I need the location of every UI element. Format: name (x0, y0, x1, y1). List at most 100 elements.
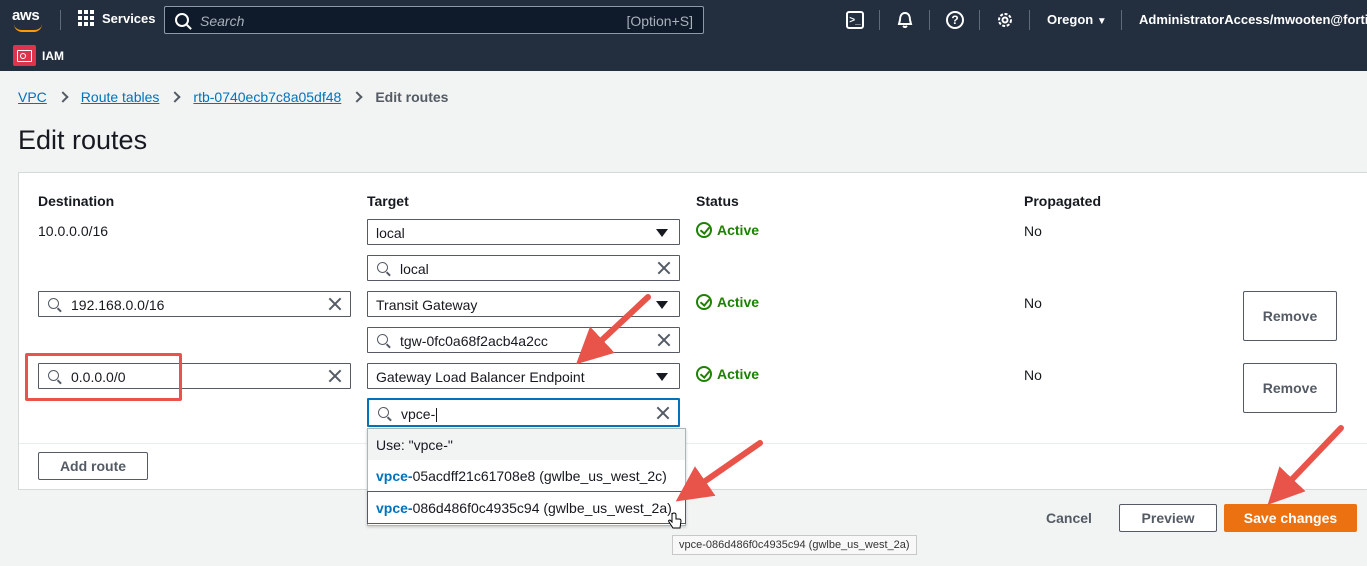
hand-cursor-icon (668, 512, 682, 529)
iam-shortcut-label[interactable]: IAM (42, 49, 64, 63)
dropdown-option-hovered[interactable]: vpce- 086d486f0c4935c94 (gwlbe_us_west_2a… (367, 491, 686, 524)
chevron-right-icon (351, 91, 363, 103)
iam-icon[interactable] (13, 45, 36, 66)
row2-target-search-value: tgw-0fc0a68f2acb4a2cc (400, 333, 548, 349)
option-match-text: vpce- (376, 499, 413, 516)
row2-remove-button[interactable]: Remove (1243, 291, 1337, 341)
row1-target-select[interactable]: local (367, 219, 680, 245)
clear-icon[interactable] (657, 261, 671, 275)
nav-divider (60, 10, 61, 30)
search-icon (378, 407, 389, 418)
account-label: AdministratorAccess/mwooten@fortinet.c (1139, 12, 1367, 27)
nav-divider (879, 10, 880, 30)
breadcrumb: VPC Route tables rtb-0740ecb7c8a05df48 E… (18, 89, 448, 105)
aws-logo[interactable]: aws (12, 7, 46, 33)
help-button[interactable]: ? (945, 10, 965, 30)
add-route-button[interactable]: Add route (38, 452, 148, 480)
row3-target-search[interactable]: vpce- (367, 398, 680, 427)
account-menu[interactable]: AdministratorAccess/mwooten@fortinet.c (1139, 12, 1367, 27)
cloudshell-button[interactable]: >_ (845, 10, 865, 30)
services-label: Services (102, 10, 156, 26)
grid-icon (78, 10, 94, 26)
target-dropdown-list: Use: "vpce-" vpce- 05acdff21c61708e8 (gwl… (367, 428, 686, 526)
breadcrumb-vpc[interactable]: VPC (18, 89, 47, 105)
clear-icon[interactable] (657, 333, 671, 347)
settings-button[interactable] (995, 10, 1015, 30)
row1-destination: 10.0.0.0/16 (38, 223, 109, 239)
row3-status: Active (696, 366, 759, 382)
row2-status: Active (696, 294, 759, 310)
dropdown-use-option[interactable]: Use: "vpce-" (368, 429, 685, 460)
nav-divider (1029, 10, 1030, 30)
row1-target-search[interactable]: local (367, 255, 680, 281)
header-propagated: Propagated (1024, 193, 1102, 209)
row1-status: Active (696, 222, 759, 238)
row1-status-label: Active (717, 222, 760, 238)
nav-divider (979, 10, 980, 30)
row1-target-value: local (376, 225, 405, 241)
service-shortcut-bar (0, 40, 1367, 71)
row3-target-select[interactable]: Gateway Load Balancer Endpoint (367, 363, 680, 389)
header-target: Target (367, 193, 409, 209)
row3-status-label: Active (717, 366, 760, 382)
caret-down-icon: ▼ (1096, 16, 1107, 27)
option-match-text: vpce- (376, 467, 413, 484)
row2-destination-value: 192.168.0.0/16 (71, 297, 165, 313)
chevron-right-icon (169, 91, 182, 103)
row3-target-search-field: vpce- (401, 406, 438, 423)
clear-icon[interactable] (656, 406, 670, 420)
row2-destination-input[interactable]: 192.168.0.0/16 (38, 291, 351, 317)
annotation-highlight-box (25, 353, 182, 401)
row2-propagated: No (1024, 295, 1042, 311)
row1-target-search-value: local (400, 261, 429, 277)
check-circle-icon (696, 222, 712, 238)
row3-remove-button[interactable]: Remove (1243, 363, 1337, 413)
row2-status-label: Active (717, 294, 760, 310)
dropdown-option[interactable]: vpce- 05acdff21c61708e8 (gwlbe_us_west_2c… (368, 460, 685, 491)
clear-icon[interactable] (328, 369, 342, 383)
preview-button[interactable]: Preview (1119, 504, 1217, 532)
check-circle-icon (696, 294, 712, 310)
help-icon: ? (946, 11, 964, 29)
row2-target-select[interactable]: Transit Gateway (367, 291, 680, 317)
option-tooltip: vpce-086d486f0c4935c94 (gwlbe_us_west_2a… (672, 535, 917, 555)
search-placeholder: Search (200, 13, 245, 29)
aws-smile-icon (14, 24, 42, 32)
save-changes-button[interactable]: Save changes (1224, 504, 1357, 532)
clear-icon[interactable] (328, 297, 342, 311)
cloudshell-icon: >_ (846, 11, 864, 29)
breadcrumb-route-table-id[interactable]: rtb-0740ecb7c8a05df48 (193, 89, 341, 105)
breadcrumb-current: Edit routes (375, 89, 449, 105)
chevron-right-icon (57, 91, 69, 103)
text-caret (436, 408, 438, 423)
caret-down-icon (656, 373, 668, 381)
bell-icon (897, 11, 913, 28)
panel-divider (19, 443, 1367, 444)
row3-target-value: Gateway Load Balancer Endpoint (376, 369, 585, 385)
breadcrumb-route-tables[interactable]: Route tables (81, 89, 160, 105)
region-label: Oregon (1047, 12, 1094, 27)
search-shortcut: [Option+S] (626, 13, 693, 29)
search-icon (48, 298, 59, 309)
option-rest-text: 086d486f0c4935c94 (gwlbe_us_west_2a) (412, 499, 672, 516)
row3-target-search-value: vpce- (401, 406, 436, 422)
row2-target-value: Transit Gateway (376, 297, 478, 313)
services-menu-button[interactable]: Services (78, 10, 156, 26)
search-icon (377, 262, 388, 273)
aws-logo-text: aws (12, 7, 40, 24)
header-status: Status (696, 193, 739, 209)
region-selector[interactable]: Oregon ▼ (1047, 12, 1107, 27)
cancel-button[interactable]: Cancel (1046, 510, 1092, 526)
notifications-button[interactable] (895, 10, 915, 30)
nav-divider (1121, 10, 1122, 30)
check-circle-icon (696, 366, 712, 382)
option-rest-text: 05acdff21c61708e8 (gwlbe_us_west_2c) (412, 467, 667, 484)
gear-icon (998, 13, 1012, 27)
caret-down-icon (656, 229, 668, 237)
nav-divider (929, 10, 930, 30)
row2-target-search[interactable]: tgw-0fc0a68f2acb4a2cc (367, 327, 680, 353)
search-input[interactable]: Search [Option+S] (164, 6, 704, 34)
search-icon (175, 13, 189, 27)
header-destination: Destination (38, 193, 115, 209)
top-navigation-bar: aws Services Search [Option+S] >_ ? Oreg… (0, 0, 1367, 40)
